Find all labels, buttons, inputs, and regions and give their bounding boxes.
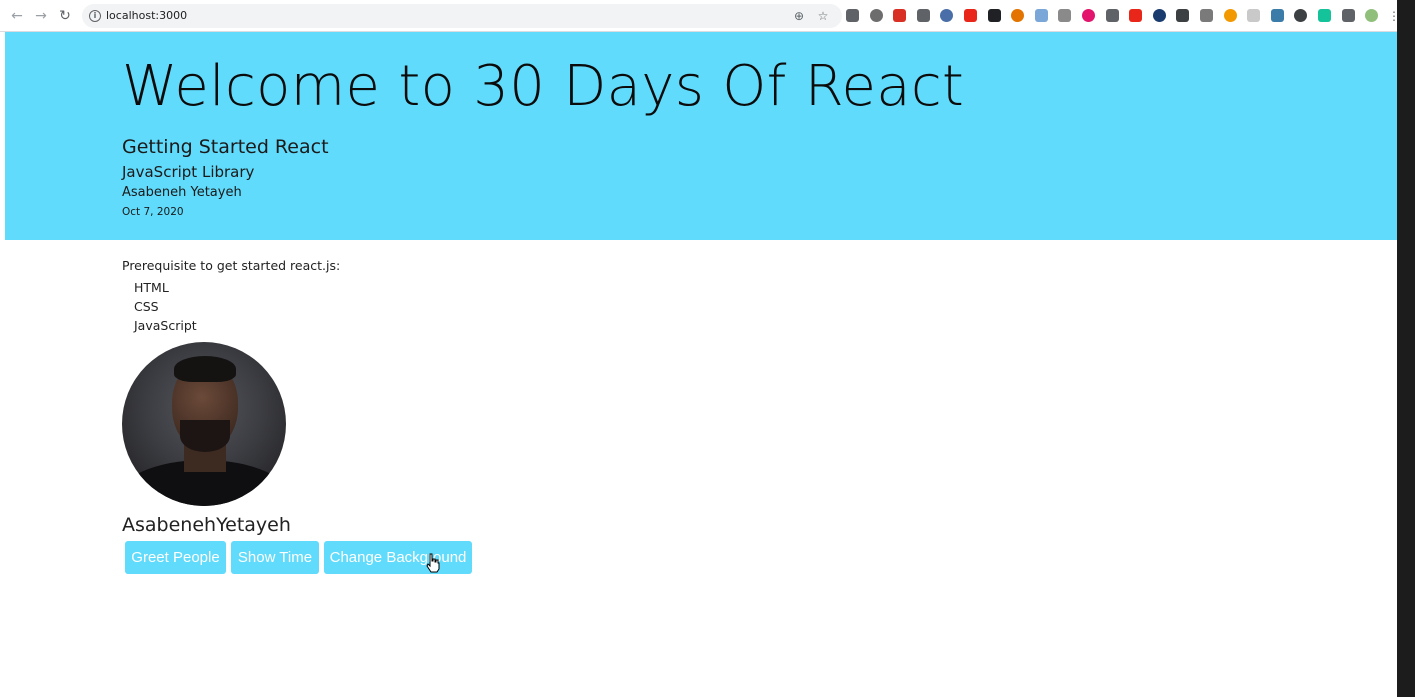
forward-icon[interactable]: →: [32, 7, 50, 25]
ext-1-icon[interactable]: [846, 9, 859, 22]
tech-list: HTML CSS JavaScript: [134, 278, 197, 335]
ext-6-icon[interactable]: [964, 9, 977, 22]
greet-people-button[interactable]: Greet People: [125, 541, 226, 574]
change-background-button[interactable]: Change Background: [324, 541, 472, 574]
author-name: Asabeneh Yetayeh: [122, 185, 242, 200]
ext-2-icon[interactable]: [869, 9, 883, 22]
ext-18-icon[interactable]: [1247, 9, 1261, 22]
tech-item-html: HTML: [134, 280, 169, 295]
ext-3-icon[interactable]: [893, 9, 907, 22]
ext-13-icon[interactable]: [1129, 9, 1143, 22]
back-icon[interactable]: ←: [8, 7, 26, 25]
ext-20-icon[interactable]: [1294, 9, 1308, 22]
ext-14-icon[interactable]: [1152, 9, 1166, 22]
browser-toolbar: ← → ↻ i localhost:3000 ⊕ ☆ ⋮: [0, 0, 1397, 32]
publish-date: Oct 7, 2020: [122, 206, 184, 218]
ext-5-icon[interactable]: [940, 9, 954, 22]
ext-4-icon[interactable]: [916, 9, 930, 22]
ext-15-icon[interactable]: [1176, 9, 1190, 22]
ext-11-icon[interactable]: [1082, 9, 1095, 22]
full-name: AsabenehYetayeh: [122, 514, 291, 536]
hand-cursor-icon: [426, 553, 440, 573]
library-label: JavaScript Library: [122, 163, 255, 181]
page-header: Welcome to 30 Days Of React Getting Star…: [5, 32, 1397, 240]
zoom-icon[interactable]: ⊕: [792, 9, 806, 23]
ext-8-icon[interactable]: [1011, 9, 1025, 22]
browser-window: ← → ↻ i localhost:3000 ⊕ ☆ ⋮ Welcome to …: [0, 0, 1397, 697]
ext-16-icon[interactable]: [1200, 9, 1213, 22]
browser-menu-icon[interactable]: ⋮: [1388, 9, 1397, 23]
window-edge: [1397, 0, 1415, 697]
info-icon[interactable]: i: [89, 10, 101, 22]
ext-21-icon[interactable]: [1318, 9, 1331, 22]
tech-item-javascript: JavaScript: [134, 318, 197, 333]
ext-22-icon[interactable]: [1341, 9, 1355, 22]
ext-17-icon[interactable]: [1223, 9, 1237, 22]
tech-item-css: CSS: [134, 299, 159, 314]
ext-9-icon[interactable]: [1034, 9, 1048, 22]
prerequisite-label: Prerequisite to get started react.js:: [122, 258, 341, 273]
url-text[interactable]: localhost:3000: [106, 4, 187, 28]
ext-10-icon[interactable]: [1058, 9, 1072, 22]
ext-23-icon[interactable]: [1365, 9, 1379, 22]
ext-19-icon[interactable]: [1270, 9, 1284, 22]
ext-12-icon[interactable]: [1105, 9, 1119, 22]
show-time-button[interactable]: Show Time: [231, 541, 319, 574]
avatar: [122, 342, 286, 506]
address-bar[interactable]: i localhost:3000 ⊕ ☆: [82, 4, 842, 28]
star-icon[interactable]: ☆: [816, 9, 830, 23]
ext-7-icon[interactable]: [987, 9, 1001, 22]
page-content: Welcome to 30 Days Of React Getting Star…: [5, 32, 1397, 697]
page-title: Welcome to 30 Days Of React: [122, 54, 965, 119]
reload-icon[interactable]: ↻: [56, 7, 74, 25]
page-subtitle: Getting Started React: [122, 136, 329, 158]
